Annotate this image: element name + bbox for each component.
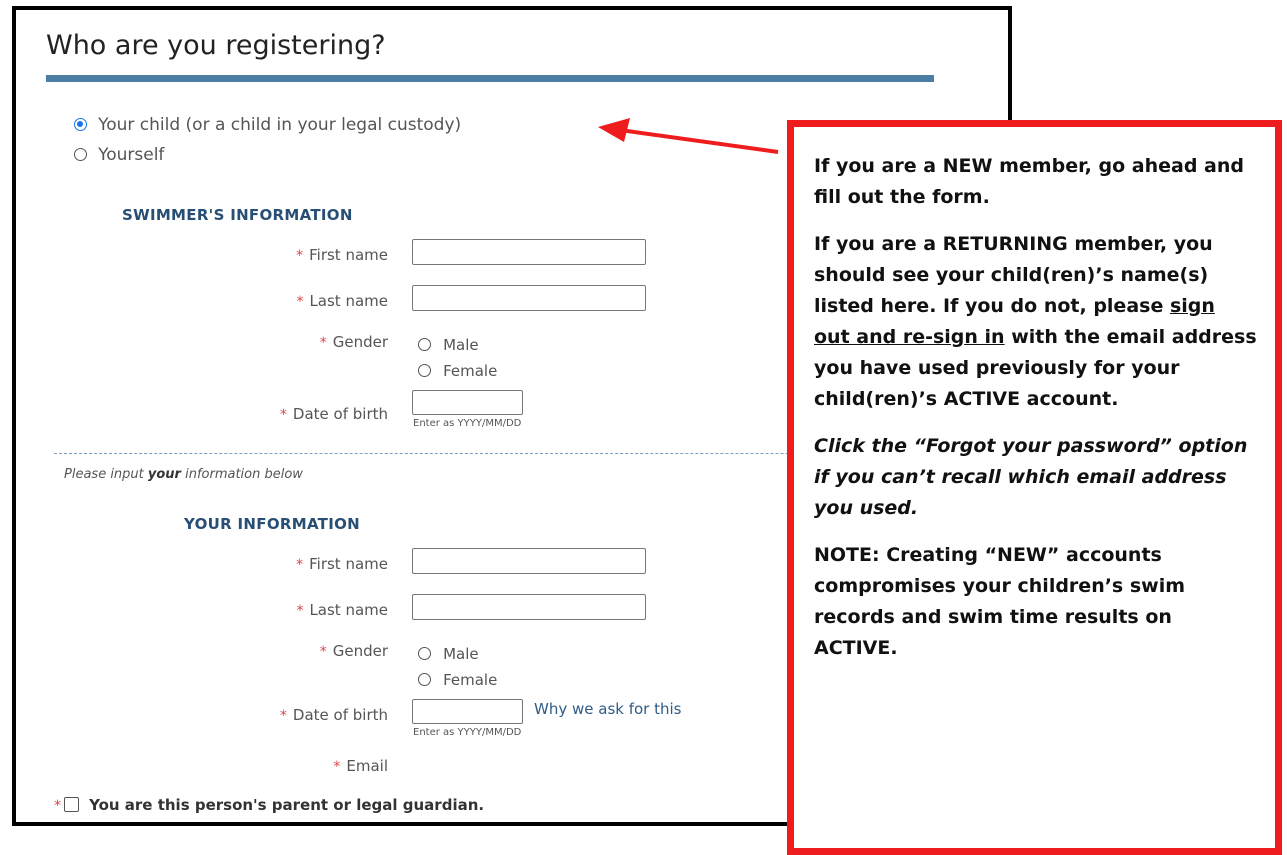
your-gender-male[interactable]: Male [418,643,479,663]
your-first-name-input[interactable] [412,548,646,574]
guardian-checkbox-label: You are this person's parent or legal gu… [89,796,485,814]
required-marker: * [296,603,304,619]
required-marker: * [296,248,304,264]
swimmer-first-name-input[interactable] [412,239,646,265]
swimmer-gender-label: * Gender [319,333,388,351]
swimmer-gender-female[interactable]: Female [418,360,497,380]
guardian-checkbox[interactable] [64,797,79,812]
required-marker: * [54,798,61,814]
your-email-label: * Email [333,757,388,775]
radio-child-option[interactable]: Your child (or a child in your legal cus… [74,114,461,135]
your-last-name-label: * Last name [296,601,388,619]
swimmer-male-label: Male [443,335,479,354]
required-marker: * [296,557,304,573]
your-gender-female[interactable]: Female [418,669,497,689]
your-male-label: Male [443,644,479,663]
swimmer-female-radio[interactable] [418,364,431,377]
your-last-name-input[interactable] [412,594,646,620]
swimmer-last-name-input[interactable] [412,285,646,311]
your-dob-label: * Date of birth [279,706,388,724]
swimmer-dob-label: * Date of birth [279,405,388,423]
required-marker: * [279,708,287,724]
swimmer-last-name-label: * Last name [296,292,388,310]
callout-note: NOTE: Creating “NEW” accounts compromise… [814,544,1186,659]
required-marker: * [319,335,327,351]
arrow-head [598,118,630,142]
instruction-callout: If you are a NEW member, go ahead and fi… [787,120,1282,855]
required-marker: * [333,759,341,775]
your-dob-hint: Enter as YYYY/MM/DD [413,727,522,738]
guardian-checkbox-row[interactable]: * You are this person's parent or legal … [54,795,484,814]
why-we-ask-link[interactable]: Why we ask for this [534,700,681,718]
swimmer-dob-hint: Enter as YYYY/MM/DD [413,418,522,429]
radio-yourself-label: Yourself [98,144,165,165]
swimmer-gender-male[interactable]: Male [418,334,479,354]
required-marker: * [296,294,304,310]
your-first-name-label: * First name [296,555,388,573]
swimmer-section-heading: SWIMMER'S INFORMATION [122,206,353,224]
swimmer-first-name-label: * First name [296,246,388,264]
callout-returning-member: If you are a RETURNING member, you shoul… [814,233,1257,410]
your-dob-input[interactable] [412,699,523,724]
required-marker: * [279,407,287,423]
title-underline [46,75,934,82]
radio-yourself-option[interactable]: Yourself [74,144,164,165]
swimmer-male-radio[interactable] [418,338,431,351]
your-info-section-heading: YOUR INFORMATION [184,515,361,533]
swimmer-dob-input[interactable] [412,390,523,415]
your-info-instruction: Please input your information below [64,467,303,482]
swimmer-female-label: Female [443,361,498,380]
callout-forgot-password: Click the “Forgot your password” option … [814,435,1248,519]
your-male-radio[interactable] [418,647,431,660]
radio-yourself[interactable] [74,148,87,161]
your-female-label: Female [443,670,498,689]
arrow-shaft [619,128,779,154]
page-title: Who are you registering? [46,30,386,61]
your-gender-label: * Gender [319,642,388,660]
annotation-arrow [598,118,779,154]
radio-child-label: Your child (or a child in your legal cus… [98,114,462,135]
your-female-radio[interactable] [418,673,431,686]
callout-new-member: If you are a NEW member, go ahead and fi… [814,155,1244,208]
radio-child[interactable] [74,118,87,131]
required-marker: * [319,644,327,660]
